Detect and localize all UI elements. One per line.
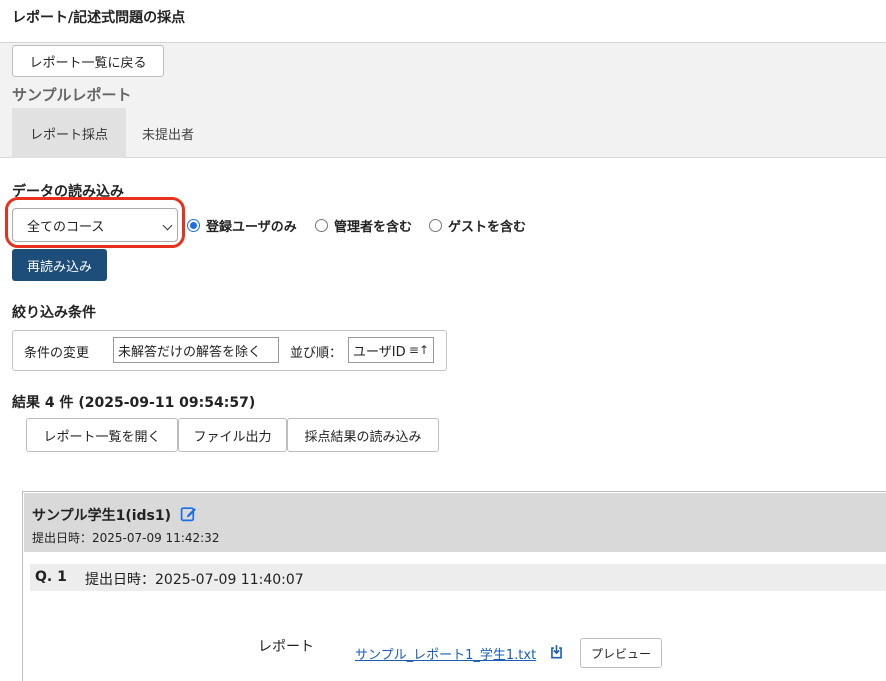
sort-order-label: 並び順： <box>290 346 343 361</box>
radio-label: 管理者を含む <box>334 220 413 235</box>
download-icon[interactable] <box>550 644 563 659</box>
student-name: サンプル学生1(ids1) <box>32 508 172 524</box>
radio-button[interactable] <box>429 219 442 232</box>
page-title: レポート/記述式問題の採点 <box>12 10 186 26</box>
highlight-annotation <box>5 197 185 248</box>
report-label: レポート <box>258 639 314 655</box>
file-export-button[interactable]: ファイル出力 <box>178 418 287 452</box>
change-condition-label: 条件の変更 <box>24 346 90 361</box>
import-grading-results-button[interactable]: 採点結果の読み込み <box>287 418 439 452</box>
radio-label: ゲストを含む <box>448 220 527 235</box>
results-heading: 結果 4 件 (2025-09-11 09:54:57) <box>12 395 256 411</box>
reload-button[interactable]: 再読み込み <box>12 249 107 281</box>
edit-icon[interactable] <box>180 505 197 522</box>
sort-order-select[interactable]: ユーザID ≡↑ <box>348 337 434 363</box>
question-number: Q. 1 <box>35 569 67 585</box>
back-to-report-list-button[interactable]: レポート一覧に戻る <box>12 45 164 77</box>
filter-heading: 絞り込み条件 <box>12 305 96 321</box>
radio-include-guests[interactable]: ゲストを含む <box>429 216 526 235</box>
radio-label: 登録ユーザのみ <box>206 220 297 235</box>
radio-button-checked[interactable] <box>187 219 200 232</box>
question-submit-datetime: 提出日時：2025-07-09 11:40:07 <box>85 572 304 588</box>
tab-report-grading[interactable]: レポート採点 <box>12 108 126 158</box>
report-name: サンプルレポート <box>12 86 132 104</box>
open-report-list-button[interactable]: レポート一覧を開く <box>26 418 178 452</box>
sort-order-value: ユーザID <box>353 344 406 360</box>
radio-button[interactable] <box>315 219 328 232</box>
radio-registered-users-only[interactable]: 登録ユーザのみ <box>187 216 297 235</box>
preview-button[interactable]: プレビュー <box>580 638 662 668</box>
report-file-link[interactable]: サンプル_レポート1_学生1.txt <box>355 644 536 663</box>
sort-ascending-icon[interactable]: ≡↑ <box>409 343 429 357</box>
tab-non-submitters[interactable]: 未提出者 <box>126 108 210 158</box>
student-submit-datetime: 提出日時：2025-07-09 11:42:32 <box>32 531 220 545</box>
radio-include-admins[interactable]: 管理者を含む <box>315 216 412 235</box>
filter-condition-select[interactable]: 未解答だけの解答を除く <box>113 337 279 363</box>
